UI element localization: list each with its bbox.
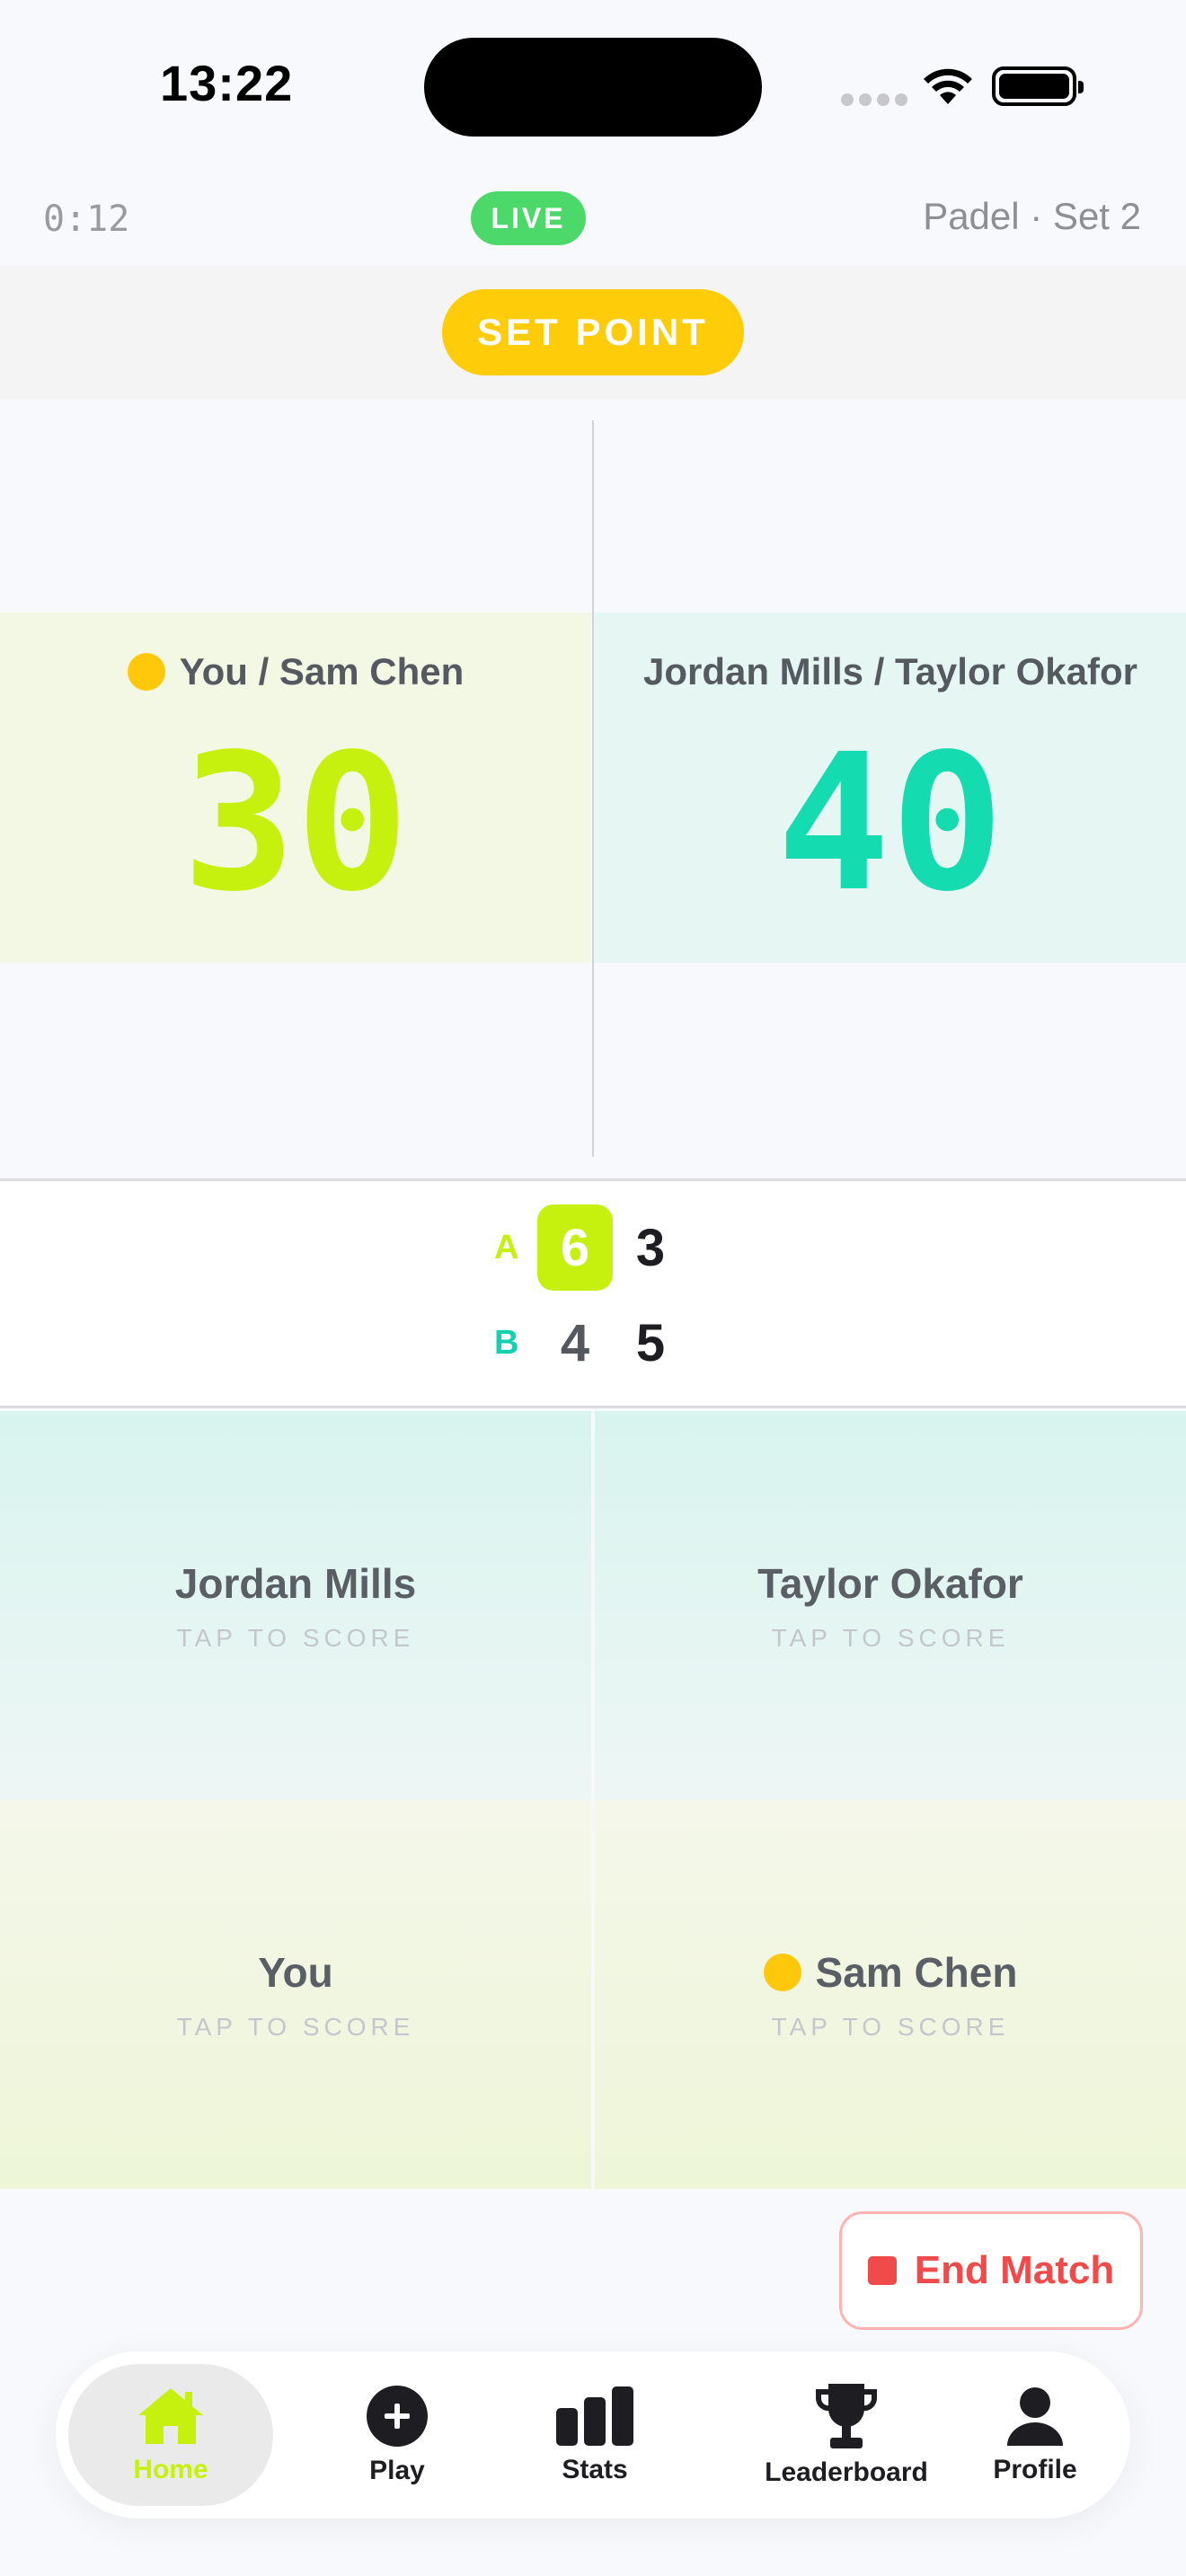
player-name: Jordan Mills — [175, 1559, 416, 1608]
match-meta: Padel · Set 2 — [923, 195, 1141, 237]
tab-label: Stats — [562, 2455, 628, 2484]
tap-zone-taylor-okafor[interactable]: Taylor Okafor TAP TO SCORE — [595, 1411, 1186, 1800]
tap-hint: TAP TO SCORE — [176, 2012, 415, 2041]
serve-indicator-icon — [127, 653, 165, 691]
set-score-cell: 4 — [560, 1313, 590, 1372]
set-point-banner: SET POINT — [0, 266, 1186, 399]
player-name: Sam Chen — [763, 1948, 1018, 1997]
team-a-score-card: You / Sam Chen 30 — [0, 613, 591, 963]
match-header: 0:12 LIVE Padel · Set 2 — [0, 175, 1186, 256]
player-name-label: Sam Chen — [815, 1948, 1018, 1996]
tap-zone-jordan-mills[interactable]: Jordan Mills TAP TO SCORE — [0, 1411, 591, 1800]
set-row-team-a: A 6 3 — [494, 1204, 688, 1291]
cellular-signal-icon — [841, 93, 907, 106]
team-a-points: 30 — [181, 713, 410, 933]
tab-label: Play — [369, 2456, 425, 2485]
scoreboard: You / Sam Chen 30 Jordan Mills / Taylor … — [0, 420, 1186, 1157]
set-row-team-b: B 4 5 — [494, 1300, 688, 1386]
tab-profile[interactable]: Profile — [954, 2364, 1116, 2506]
match-timer: 0:12 — [43, 198, 130, 240]
team-b-name: Jordan Mills / Taylor Okafor — [643, 650, 1137, 693]
tab-home[interactable]: Home — [68, 2364, 273, 2506]
set-point-badge: SET POINT — [442, 289, 744, 375]
set-scores: A 6 3 B 4 5 — [0, 1178, 1186, 1408]
tap-hint: TAP TO SCORE — [771, 1623, 1010, 1652]
end-match-button[interactable]: End Match — [839, 2211, 1143, 2330]
tab-stats[interactable]: Stats — [514, 2364, 676, 2506]
set-score-cell: 3 — [635, 1218, 666, 1277]
battery-icon — [992, 66, 1084, 106]
tab-label: Profile — [993, 2455, 1077, 2484]
tab-label: Leaderboard — [765, 2457, 928, 2487]
tab-label: Home — [133, 2455, 208, 2484]
home-icon — [138, 2388, 203, 2444]
team-b-name-label: Jordan Mills / Taylor Okafor — [642, 650, 1138, 693]
trophy-icon — [815, 2384, 878, 2448]
end-match-label: End Match — [914, 2248, 1115, 2292]
tap-hint: TAP TO SCORE — [771, 2012, 1010, 2041]
player-name-label: Jordan Mills — [174, 1559, 417, 1607]
tap-hint: TAP TO SCORE — [176, 1623, 415, 1652]
player-name: You — [258, 1948, 332, 1997]
player-name-label: Taylor Okafor — [757, 1559, 1023, 1607]
team-b-points: 40 — [776, 713, 1005, 933]
player-tap-zones: Jordan Mills TAP TO SCORE Taylor Okafor … — [0, 1411, 1186, 2189]
set-row-label: A — [494, 1228, 519, 1266]
plus-circle-icon — [367, 2386, 428, 2447]
dynamic-island — [424, 38, 762, 137]
status-bar: 13:22 — [0, 0, 1186, 171]
tab-play[interactable]: Play — [316, 2364, 478, 2506]
stop-icon — [867, 2256, 897, 2285]
team-b-score-card: Jordan Mills / Taylor Okafor 40 — [595, 613, 1186, 963]
tab-bar: Home Play Stats Leaderboard Profile — [56, 2351, 1130, 2519]
set-score-cell: 6 — [537, 1204, 613, 1291]
player-name: Taylor Okafor — [757, 1559, 1023, 1608]
live-badge: LIVE — [471, 191, 586, 245]
score-divider — [592, 420, 594, 1157]
tap-zone-sam-chen[interactable]: Sam Chen TAP TO SCORE — [595, 1800, 1186, 2189]
bar-chart-icon — [556, 2386, 633, 2446]
zone-divider — [592, 1411, 595, 2189]
tap-zone-you[interactable]: You TAP TO SCORE — [0, 1800, 591, 2189]
team-a-name: You / Sam Chen — [127, 650, 465, 693]
status-time: 13:22 — [160, 55, 294, 111]
serve-indicator-icon — [763, 1953, 801, 1991]
person-icon — [1007, 2387, 1063, 2446]
set-row-label: B — [494, 1323, 519, 1362]
player-name-label: You — [258, 1948, 333, 1996]
set-score-cell: 5 — [635, 1313, 666, 1372]
team-a-name-label: You / Sam Chen — [179, 650, 465, 693]
live-match-screen: 13:22 0:12 LIVE Padel · Set 2 SET POINT … — [0, 0, 1186, 2576]
wifi-icon — [924, 68, 972, 104]
